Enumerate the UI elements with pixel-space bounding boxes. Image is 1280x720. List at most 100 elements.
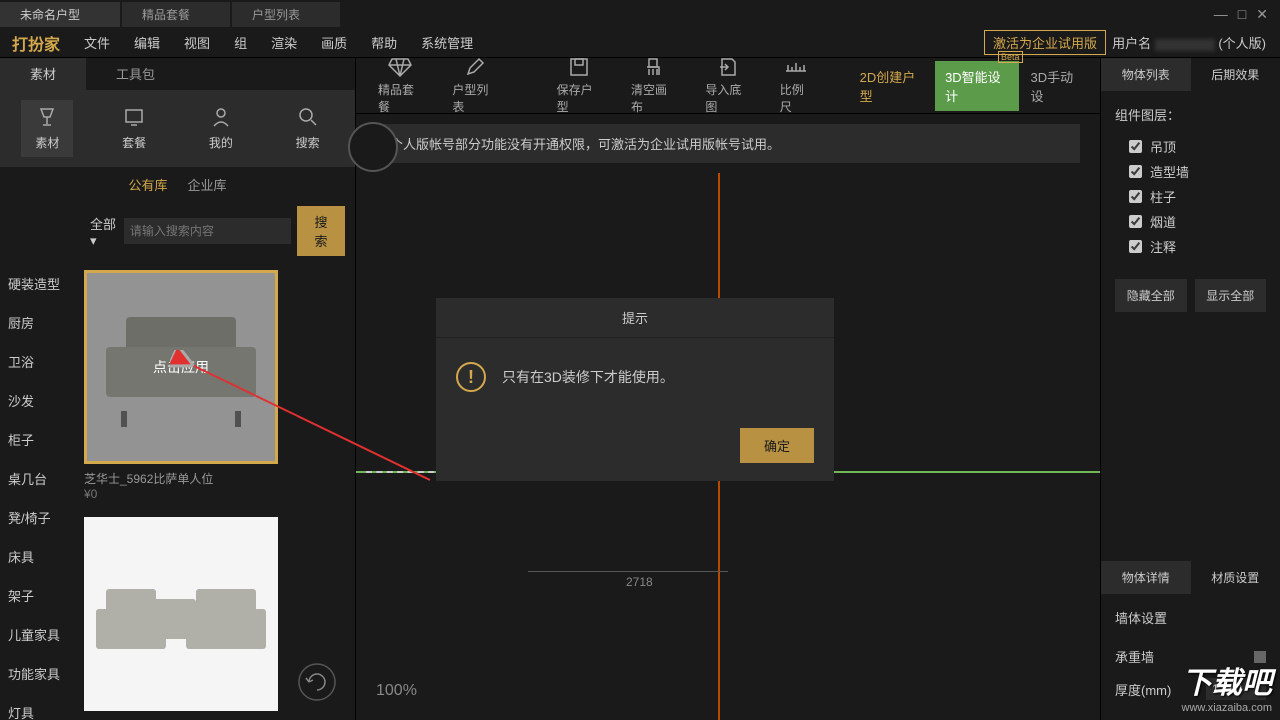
cat-item[interactable]: 硬装造型 [0,264,72,303]
item-title: 芝华士_5962比萨单人位 [84,464,343,487]
refresh-button[interactable] [297,662,337,702]
nav-label: 搜索 [296,134,320,151]
title-bar: 未命名户型 精品套餐 户型列表 — □ ✕ [0,0,1280,28]
save-icon [569,56,589,78]
modal-ok-button[interactable]: 确定 [740,428,814,463]
left-panel: 素材 工具包 素材 套餐 我的 搜索 公有库 企业库 [0,58,356,720]
nav-search[interactable]: 搜索 [282,100,334,157]
cat-item[interactable]: 功能家具 [0,654,72,693]
right-tab-material[interactable]: 材质设置 [1191,561,1280,594]
doc-tab-3[interactable]: 户型列表 [232,2,340,27]
toolbar: 精品套餐 户型列表 保存户型 清空画布 导入底图 比例尺 [356,58,1100,114]
zoom-level: 100% [376,682,417,700]
menu-view[interactable]: 视图 [172,29,222,56]
ruler-icon [784,56,808,78]
category-list: 硬装造型 厨房 卫浴 沙发 柜子 桌几台 凳/椅子 床具 架子 儿童家具 功能家… [0,260,72,720]
nav-material[interactable]: 素材 [21,100,73,157]
menu-render[interactable]: 渲染 [259,29,309,56]
nav-row: 素材 套餐 我的 搜索 [0,90,355,167]
tool-package[interactable]: 精品套餐 [364,52,436,119]
import-icon [718,56,738,78]
cat-item[interactable]: 桌几台 [0,459,72,498]
chk-column[interactable] [1129,190,1142,203]
doc-tab-2[interactable]: 精品套餐 [122,2,230,27]
cat-item[interactable]: 厨房 [0,303,72,342]
cat-item[interactable]: 沙发 [0,381,72,420]
show-all-button[interactable]: 显示全部 [1195,279,1267,312]
chk-flue[interactable] [1129,215,1142,228]
tool-layout-list[interactable]: 户型列表 [438,52,510,119]
tool-2d-create[interactable]: 2D创建户型 [850,59,933,113]
cat-item[interactable]: 儿童家具 [0,615,72,654]
doc-tab-1[interactable]: 未命名户型 [0,2,120,27]
cat-item[interactable]: 卫浴 [0,342,72,381]
cat-item[interactable]: 凳/椅子 [0,498,72,537]
search-row: 全部 ▾ 搜索 [0,202,355,260]
tool-label: 精品套餐 [378,81,422,115]
chk-note[interactable] [1129,240,1142,253]
user-label: 用户名 [1112,36,1151,51]
search-input[interactable] [124,218,291,244]
thickness-label: 厚度(mm) [1115,680,1171,699]
tool-label: 清空画布 [631,81,675,115]
cat-item[interactable]: 架子 [0,576,72,615]
filter-all[interactable]: 全部 ▾ [90,214,118,249]
search-button[interactable]: 搜索 [297,206,345,256]
user-name-blurred [1155,39,1215,51]
tool-label: 保存户型 [557,81,601,115]
chk-label: 吊顶 [1150,137,1176,156]
tool-label: 比例尺 [780,81,813,115]
diamond-icon [388,56,412,78]
chk-wall[interactable] [1129,165,1142,178]
modal-title: 提示 [436,298,834,338]
tool-import[interactable]: 导入底图 [691,52,763,119]
nav-package[interactable]: 套餐 [108,100,160,157]
item-thumb[interactable]: 点击应用 [84,270,278,464]
close-icon[interactable]: ✕ [1256,6,1268,23]
cat-item[interactable]: 床具 [0,537,72,576]
screen-icon [123,106,145,128]
tool-label: 导入底图 [705,81,749,115]
left-tab-material[interactable]: 素材 [0,58,86,90]
tool-3d-smart[interactable]: 3D智能设计 Beta [935,61,1018,111]
chk-ceiling[interactable] [1129,140,1142,153]
left-tab-toolkit[interactable]: 工具包 [86,58,185,90]
menu-file[interactable]: 文件 [72,29,122,56]
tool-scale[interactable]: 比例尺 [766,52,827,119]
beta-badge: Beta [998,51,1023,63]
maximize-icon[interactable]: □ [1238,6,1246,23]
brush-icon [643,56,663,78]
hide-all-button[interactable]: 隐藏全部 [1115,279,1187,312]
cat-item[interactable]: 柜子 [0,420,72,459]
watermark-text: 下载吧 [1182,658,1272,702]
chk-label: 造型墙 [1150,162,1189,181]
modal-message: 只有在3D装修下才能使用。 [502,367,674,387]
item-price: ¥0 [84,487,343,501]
minimize-icon[interactable]: — [1214,6,1228,23]
nav-label: 素材 [35,134,59,151]
right-tab-detail[interactable]: 物体详情 [1101,561,1191,594]
menu-quality[interactable]: 画质 [309,29,359,56]
lib-public[interactable]: 公有库 [128,175,167,194]
lib-tabs: 公有库 企业库 [0,167,355,202]
right-tab-post[interactable]: 后期效果 [1191,58,1280,91]
chk-label: 注释 [1150,237,1176,256]
tool-3d-manual[interactable]: 3D手动设 [1021,59,1092,113]
right-panel: 物体列表 后期效果 组件图层： 吊顶 造型墙 柱子 烟道 注释 隐藏全部 显示全… [1100,58,1280,720]
menu-edit[interactable]: 编辑 [122,29,172,56]
menu-group[interactable]: 组 [222,29,259,56]
nav-label: 套餐 [122,134,146,151]
lamp-icon [36,106,58,128]
load-wall-label: 承重墙 [1115,647,1154,666]
cat-item[interactable]: 灯具 [0,693,72,720]
person-icon [210,106,232,128]
item-thumb[interactable] [84,517,278,711]
overlay-text: 点击应用 [87,273,275,461]
right-tab-objects[interactable]: 物体列表 [1101,58,1191,91]
tool-save[interactable]: 保存户型 [543,52,615,119]
nav-mine[interactable]: 我的 [195,100,247,157]
notice-bar: 个人版帐号部分功能没有开通权限，可激活为企业试用版帐号试用。 [376,124,1080,163]
lib-enterprise[interactable]: 企业库 [188,175,227,194]
search-icon [297,106,319,128]
tool-clear[interactable]: 清空画布 [617,52,689,119]
